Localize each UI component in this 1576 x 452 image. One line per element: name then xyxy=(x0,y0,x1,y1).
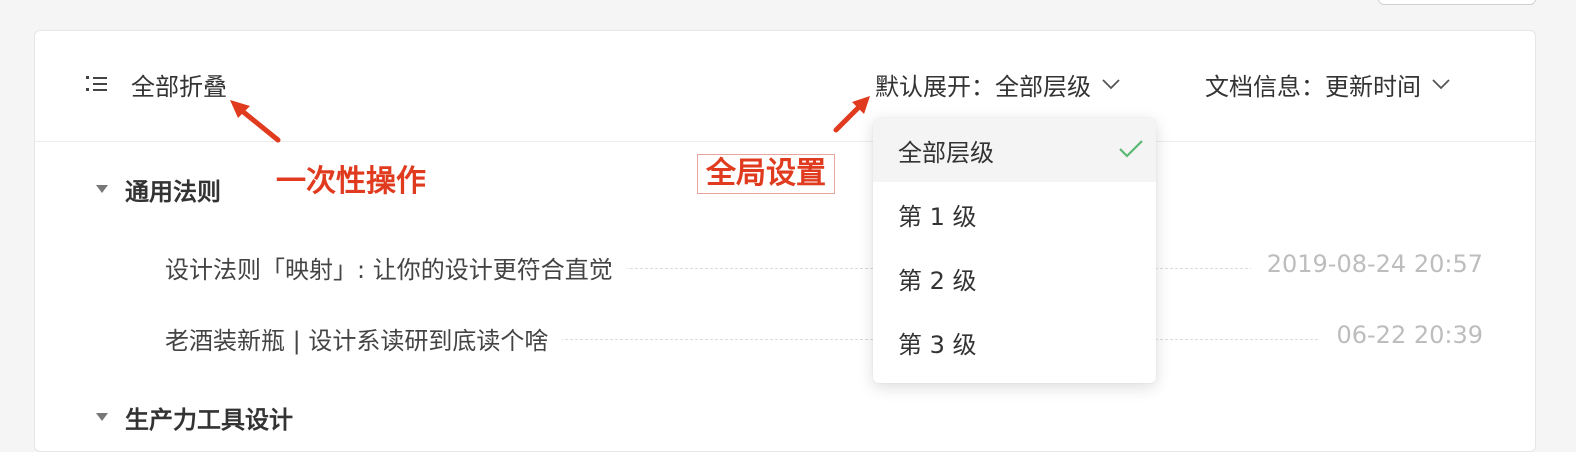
doc-row[interactable]: 老酒装新瓶 | 设计系读研到底读个啥 06-22 20:39 xyxy=(165,317,1483,357)
section-header[interactable]: 生产力工具设计 xyxy=(95,400,293,434)
chevron-down-icon xyxy=(1102,79,1120,90)
list-collapse-icon xyxy=(86,76,107,91)
top-right-button[interactable] xyxy=(1378,0,1536,5)
chevron-down-icon xyxy=(1432,79,1450,90)
expand-level-dropdown: 全部层级 第 1 级 第 2 级 第 3 级 xyxy=(873,118,1156,383)
doc-info-select[interactable]: 文档信息：更新时间 xyxy=(1205,67,1451,101)
dropdown-option-label: 第 1 级 xyxy=(898,202,977,231)
doc-date: 2019-08-24 20:57 xyxy=(1250,250,1483,278)
doc-row[interactable]: 设计法则「映射」: 让你的设计更符合直觉 2019-08-24 20:57 xyxy=(165,246,1483,286)
annotation-arrow-icon xyxy=(230,100,281,143)
dropdown-option-level-3[interactable]: 第 3 级 xyxy=(873,310,1156,374)
doc-title: 老酒装新瓶 | 设计系读研到底读个啥 xyxy=(165,321,563,356)
section-header[interactable]: 通用法则 xyxy=(95,172,221,206)
section-title: 通用法则 xyxy=(125,177,221,206)
annotation-one-time-op: 一次性操作 xyxy=(276,164,426,199)
doc-title: 设计法则「映射」: 让你的设计更符合直觉 xyxy=(165,250,627,285)
collapse-all-label: 全部折叠 xyxy=(131,72,227,101)
collapse-all-button[interactable]: 全部折叠 xyxy=(85,67,227,101)
default-expand-select[interactable]: 默认展开：全部层级 xyxy=(875,67,1121,101)
default-expand-label: 默认展开：全部层级 xyxy=(875,72,1091,101)
doc-info-label: 文档信息：更新时间 xyxy=(1205,72,1421,101)
annotation-global-setting: 全局设置 xyxy=(697,154,835,194)
dropdown-option-label: 全部层级 xyxy=(898,138,994,167)
caret-down-icon xyxy=(96,185,108,193)
dropdown-option-label: 第 2 级 xyxy=(898,266,977,295)
dropdown-option-all-levels[interactable]: 全部层级 xyxy=(873,118,1156,182)
check-icon xyxy=(1119,140,1143,158)
doc-date: 06-22 20:39 xyxy=(1320,321,1483,349)
document-outline-panel: 全部折叠 默认展开：全部层级 文档信息：更新时间 通用法则 设计法则「映射」: … xyxy=(34,30,1536,452)
annotation-arrow-icon xyxy=(833,96,870,133)
caret-down-icon xyxy=(96,413,108,421)
dropdown-option-level-1[interactable]: 第 1 级 xyxy=(873,182,1156,246)
dropdown-option-level-2[interactable]: 第 2 级 xyxy=(873,246,1156,310)
section-title: 生产力工具设计 xyxy=(125,405,293,434)
dropdown-option-label: 第 3 级 xyxy=(898,330,977,359)
